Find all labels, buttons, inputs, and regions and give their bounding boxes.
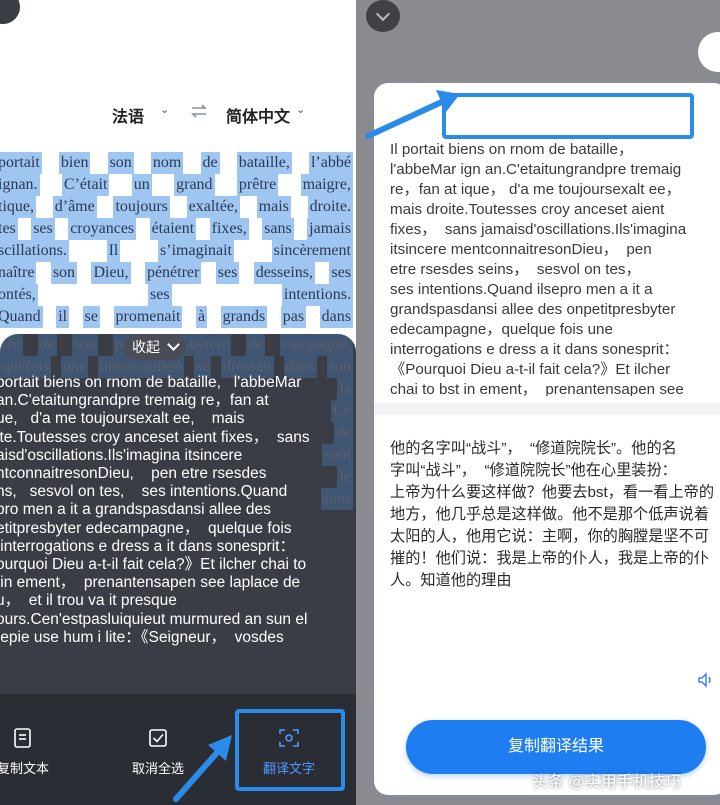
faded-word: campagne, xyxy=(280,334,353,356)
word-box[interactable]: fixes, xyxy=(209,218,249,240)
word-box[interactable]: pénétrer xyxy=(144,262,202,284)
highlighted-line[interactable]: tique, d’âme toujours exaltée, mais droite. xyxy=(0,196,356,218)
highlighted-line[interactable]: Quand il se promenait à grands pas dans xyxy=(0,306,356,328)
word-box[interactable]: scillations. xyxy=(0,240,69,262)
word-box[interactable]: promenait xyxy=(113,306,183,328)
word-box[interactable]: pas xyxy=(280,306,307,328)
highlighted-line[interactable]: naître son Dieu, pénétrer ses desseins, ses xyxy=(0,262,356,284)
word-box[interactable]: Il xyxy=(106,240,121,262)
word-box[interactable]: à xyxy=(195,306,208,328)
word-box[interactable]: s’imaginait xyxy=(158,240,234,262)
target-chevron-icon: ⌄ xyxy=(296,104,306,116)
annotation-arrow-icon xyxy=(173,735,232,802)
word-box[interactable]: bataille, xyxy=(236,152,292,174)
word-box[interactable]: intentions. xyxy=(281,284,353,306)
word-box[interactable]: se xyxy=(82,306,100,328)
chevron-down-icon xyxy=(167,338,180,351)
copy-text-label: 复制文本 xyxy=(0,761,49,776)
back-button[interactable] xyxy=(0,0,20,24)
target-language-selector[interactable]: 简体中文 xyxy=(226,103,290,127)
swap-languages-icon[interactable] xyxy=(188,100,210,122)
highlighted-line[interactable]: tes ses croyances étaient fixes, sans jamais xyxy=(0,218,356,240)
word-box[interactable]: ontés, xyxy=(0,284,38,306)
annotation-arrow-icon xyxy=(365,90,460,139)
highlighted-line[interactable]: scillations. Il s’imaginait sincèrement xyxy=(0,240,356,262)
word-box[interactable]: mais xyxy=(256,196,291,218)
word-box[interactable]: C’était xyxy=(61,174,110,196)
recognized-text[interactable]: portait biens on rnom de bataille, l'abb… xyxy=(0,374,356,647)
translated-text[interactable]: 他的名字叫“战斗”， “修道院院长”。他的名 字叫“战斗”， “修道院院长”他在… xyxy=(390,438,720,588)
word-box[interactable]: Dieu, xyxy=(91,262,131,284)
faded-word: de xyxy=(37,334,57,356)
checkbox-icon xyxy=(149,729,167,747)
highlighted-line[interactable]: portait bien son nom de bataille, l’abbé xyxy=(0,152,356,174)
word-box[interactable]: son xyxy=(107,152,134,174)
word-box[interactable]: nom xyxy=(150,152,184,174)
word-box[interactable]: grand xyxy=(174,174,215,196)
word-box[interactable]: tique, xyxy=(0,196,36,218)
copy-translation-button[interactable]: 复制翻译结果 xyxy=(406,720,706,774)
word-box[interactable]: bien xyxy=(58,152,91,174)
word-box[interactable]: Quand xyxy=(0,306,43,328)
word-box[interactable]: un xyxy=(131,174,152,196)
watermark: 头条 @实用手机技巧 xyxy=(532,774,681,791)
faded-word: son xyxy=(71,334,98,356)
source-chevron-icon: ⌄ xyxy=(160,104,170,116)
word-box[interactable]: portait xyxy=(0,152,42,174)
word-box[interactable]: maigre, xyxy=(300,174,353,196)
original-text[interactable]: Il portait biens on rnom de bataille， l'… xyxy=(390,140,720,396)
word-box[interactable]: jamais xyxy=(307,218,353,240)
word-box[interactable]: d’âme xyxy=(52,196,97,218)
word-box[interactable]: sincèrement xyxy=(271,240,353,262)
word-box[interactable]: son xyxy=(50,262,78,284)
copy-text-button[interactable]: 复制文本 xyxy=(0,694,58,805)
word-box[interactable]: droite. xyxy=(307,196,353,218)
word-box[interactable]: desseins, xyxy=(253,262,316,284)
highlighted-line[interactable]: ignan. C’était un grand prêtre maigre, xyxy=(0,174,356,196)
word-box[interactable]: ses xyxy=(148,284,172,306)
word-box[interactable]: l’abbé xyxy=(308,152,353,174)
word-box[interactable]: ses xyxy=(329,262,353,284)
word-box[interactable]: sans xyxy=(262,218,294,240)
word-box[interactable]: tes xyxy=(0,218,18,240)
faded-word: lée xyxy=(0,334,23,356)
speaker-icon[interactable] xyxy=(696,670,716,690)
word-box[interactable]: naître xyxy=(0,262,37,284)
collapse-button[interactable]: 收起 xyxy=(124,334,186,360)
side-action-button[interactable] xyxy=(698,32,720,72)
word-box[interactable]: étaient xyxy=(149,218,197,240)
highlighted-line[interactable]: ontés, ses intentions. xyxy=(0,284,356,306)
collapse-label: 收起 xyxy=(132,339,161,355)
chevron-down-icon xyxy=(375,6,391,22)
collapse-top-button[interactable] xyxy=(366,0,400,32)
word-box[interactable]: de xyxy=(200,152,220,174)
word-box[interactable]: croyances xyxy=(68,218,137,240)
word-box[interactable]: prêtre xyxy=(236,174,279,196)
word-box[interactable]: il xyxy=(56,306,70,328)
highlighted-document-text[interactable]: portait bien son nom de bataille, l’abbé ignan.… xyxy=(0,152,356,352)
word-box[interactable]: ses xyxy=(31,218,55,240)
word-box[interactable]: exaltée, xyxy=(186,196,240,218)
left-panel: portait bien son nom de bataille, l’abbé ignan.… xyxy=(0,0,356,805)
word-box[interactable]: toujours xyxy=(113,196,170,218)
word-box[interactable]: ses xyxy=(215,262,240,284)
section-divider xyxy=(374,403,720,415)
source-language-selector[interactable]: 法语 xyxy=(112,103,144,127)
language-annotation-box xyxy=(442,93,694,139)
faded-word: de xyxy=(246,334,266,356)
copy-doc-icon xyxy=(14,728,31,748)
word-box[interactable]: grands xyxy=(220,306,268,328)
word-box[interactable]: ignan. xyxy=(0,174,40,196)
word-box[interactable]: dans xyxy=(319,306,353,328)
